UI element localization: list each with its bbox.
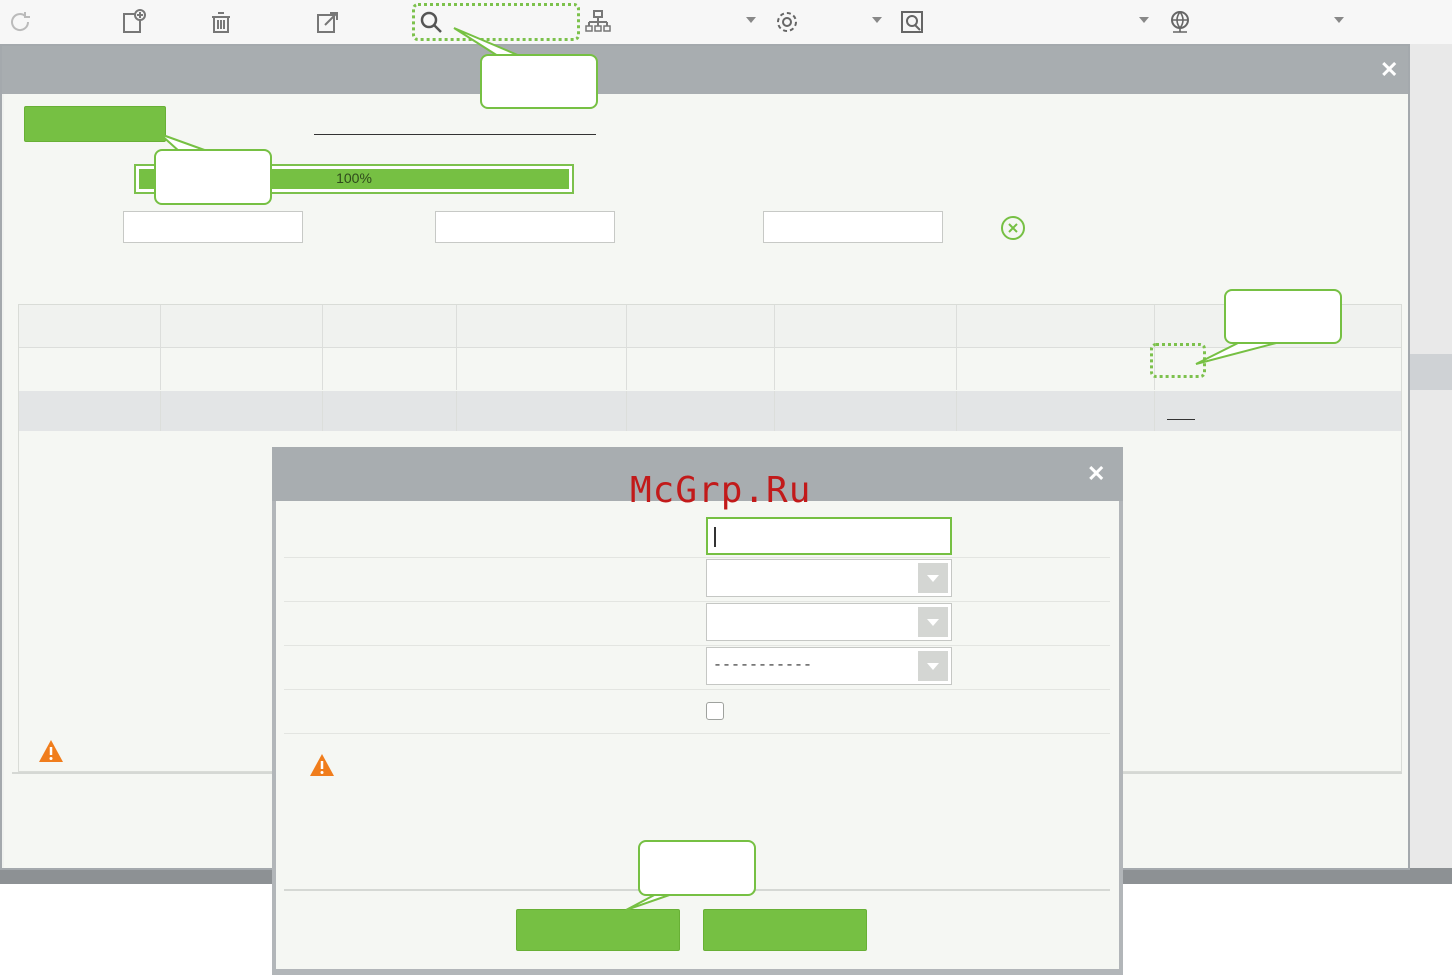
filter-input-1[interactable]: [123, 211, 303, 243]
text-field[interactable]: [706, 517, 952, 555]
select-field-3[interactable]: -----------: [706, 647, 952, 685]
sub-dialog-body: -----------: [276, 501, 1119, 969]
search-window-icon[interactable]: [898, 8, 926, 36]
background-panel: [1410, 44, 1452, 884]
close-icon[interactable]: ✕: [1087, 463, 1105, 485]
chevron-down-icon[interactable]: [1334, 17, 1344, 23]
select-field-2[interactable]: [706, 603, 952, 641]
form-row: -----------: [284, 645, 1110, 690]
table-row[interactable]: [19, 391, 1401, 431]
select-value: -----------: [713, 657, 813, 674]
filter-input-3[interactable]: [763, 211, 943, 243]
ok-button[interactable]: [516, 909, 680, 951]
callout-action: [154, 149, 272, 205]
form-row: [284, 601, 1110, 646]
chevron-down-icon[interactable]: [918, 607, 948, 637]
clear-circle-icon[interactable]: [1000, 215, 1026, 241]
add-document-icon[interactable]: [120, 8, 148, 36]
form-row: [284, 513, 1110, 558]
chevron-down-icon[interactable]: [746, 17, 756, 23]
warning-icon: [38, 739, 64, 763]
checkbox[interactable]: [706, 702, 724, 720]
form-row: [284, 689, 1110, 734]
chevron-down-icon[interactable]: [1139, 17, 1149, 23]
chevron-down-icon[interactable]: [918, 563, 948, 593]
form-row: [284, 557, 1110, 602]
delete-icon[interactable]: [208, 8, 236, 36]
select-field-1[interactable]: [706, 559, 952, 597]
callout-ok: [638, 840, 756, 896]
callout-search: [480, 54, 598, 109]
toolbar: [0, 0, 1452, 45]
globe-icon[interactable]: [1166, 8, 1194, 36]
filter-input-2[interactable]: [435, 211, 615, 243]
title-underline: [314, 134, 596, 135]
watermark: McGrp.Ru: [630, 470, 812, 511]
refresh-icon[interactable]: [6, 8, 34, 36]
chevron-down-icon[interactable]: [872, 17, 882, 23]
cancel-button[interactable]: [703, 909, 867, 951]
settings-gear-icon[interactable]: [773, 8, 801, 36]
export-icon[interactable]: [314, 8, 342, 36]
row-action-link[interactable]: [1167, 419, 1195, 420]
callout-row-link: [1224, 289, 1342, 344]
warning-icon: [309, 753, 335, 777]
main-dialog-header: ✕: [2, 46, 1408, 94]
close-icon[interactable]: ✕: [1380, 59, 1398, 81]
network-icon[interactable]: [584, 8, 612, 36]
chevron-down-icon[interactable]: [918, 651, 948, 681]
